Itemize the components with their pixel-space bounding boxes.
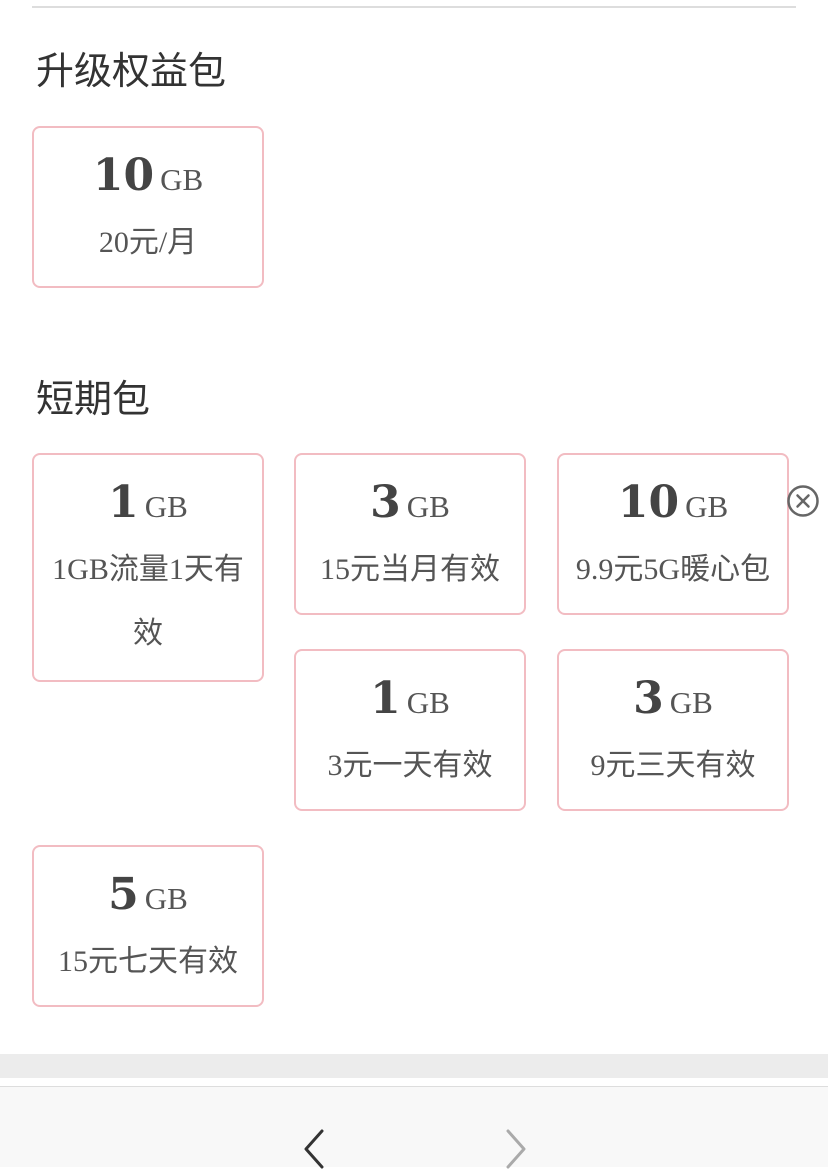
package-amount-value: 5	[108, 869, 139, 920]
package-description: 9元三天有效	[590, 749, 756, 782]
package-description: 3元一天有效	[327, 749, 493, 782]
bottom-navigation-bar	[0, 1086, 828, 1169]
package-amount-value: 3	[370, 477, 401, 528]
package-description: 15元当月有效	[320, 553, 500, 586]
package-card-upgrade-10gb[interactable]: 10 GB 20元/月	[32, 126, 264, 288]
package-amount: 5 GB	[34, 865, 262, 934]
package-amount-value: 10	[92, 150, 155, 201]
package-amount: 1 GB	[34, 473, 262, 542]
package-amount: 10 GB	[34, 146, 262, 215]
package-amount-unit: GB	[669, 685, 713, 720]
forward-button[interactable]	[496, 1127, 536, 1171]
package-description: 15元七天有效	[58, 945, 238, 978]
package-description: 20元/月	[98, 226, 198, 259]
package-card-short-1gb-day[interactable]: 1 GB 3元一天有效	[294, 649, 526, 811]
package-amount-value: 3	[633, 673, 664, 724]
package-card-short-3gb-month[interactable]: 3 GB 15元当月有效	[294, 453, 526, 615]
package-amount-unit: GB	[685, 489, 729, 524]
package-card-short-3gb-3day[interactable]: 3 GB 9元三天有效	[557, 649, 789, 811]
package-amount-unit: GB	[160, 162, 204, 197]
package-amount-unit: GB	[144, 489, 188, 524]
package-amount-value: 1	[370, 673, 401, 724]
package-card-short-5gb-7day[interactable]: 5 GB 15元七天有效	[32, 845, 264, 1007]
package-amount: 1 GB	[296, 669, 524, 738]
bottom-gray-band	[0, 1054, 828, 1078]
package-card-short-1gb-1day[interactable]: 1 GB 1GB流量1天有效	[32, 453, 264, 682]
package-amount: 3 GB	[296, 473, 524, 542]
package-amount-value: 1	[108, 477, 139, 528]
section-title-short-term: 短期包	[36, 377, 151, 421]
package-amount-value: 10	[617, 477, 680, 528]
package-description: 9.9元5G暖心包	[575, 553, 771, 586]
package-description: 1GB流量1天有效	[52, 553, 244, 650]
back-button[interactable]	[294, 1127, 334, 1171]
package-amount: 3 GB	[559, 669, 787, 738]
package-amount: 10 GB	[559, 473, 787, 542]
package-card-short-10gb-5g[interactable]: 10 GB 9.9元5G暖心包	[557, 453, 789, 615]
package-amount-unit: GB	[144, 881, 188, 916]
package-amount-unit: GB	[406, 685, 450, 720]
chevron-right-icon	[506, 1129, 526, 1169]
package-amount-unit: GB	[406, 489, 450, 524]
top-divider	[32, 6, 796, 8]
close-circle-icon[interactable]	[786, 484, 820, 518]
section-title-upgrade: 升级权益包	[36, 49, 227, 93]
chevron-left-icon	[304, 1129, 324, 1169]
